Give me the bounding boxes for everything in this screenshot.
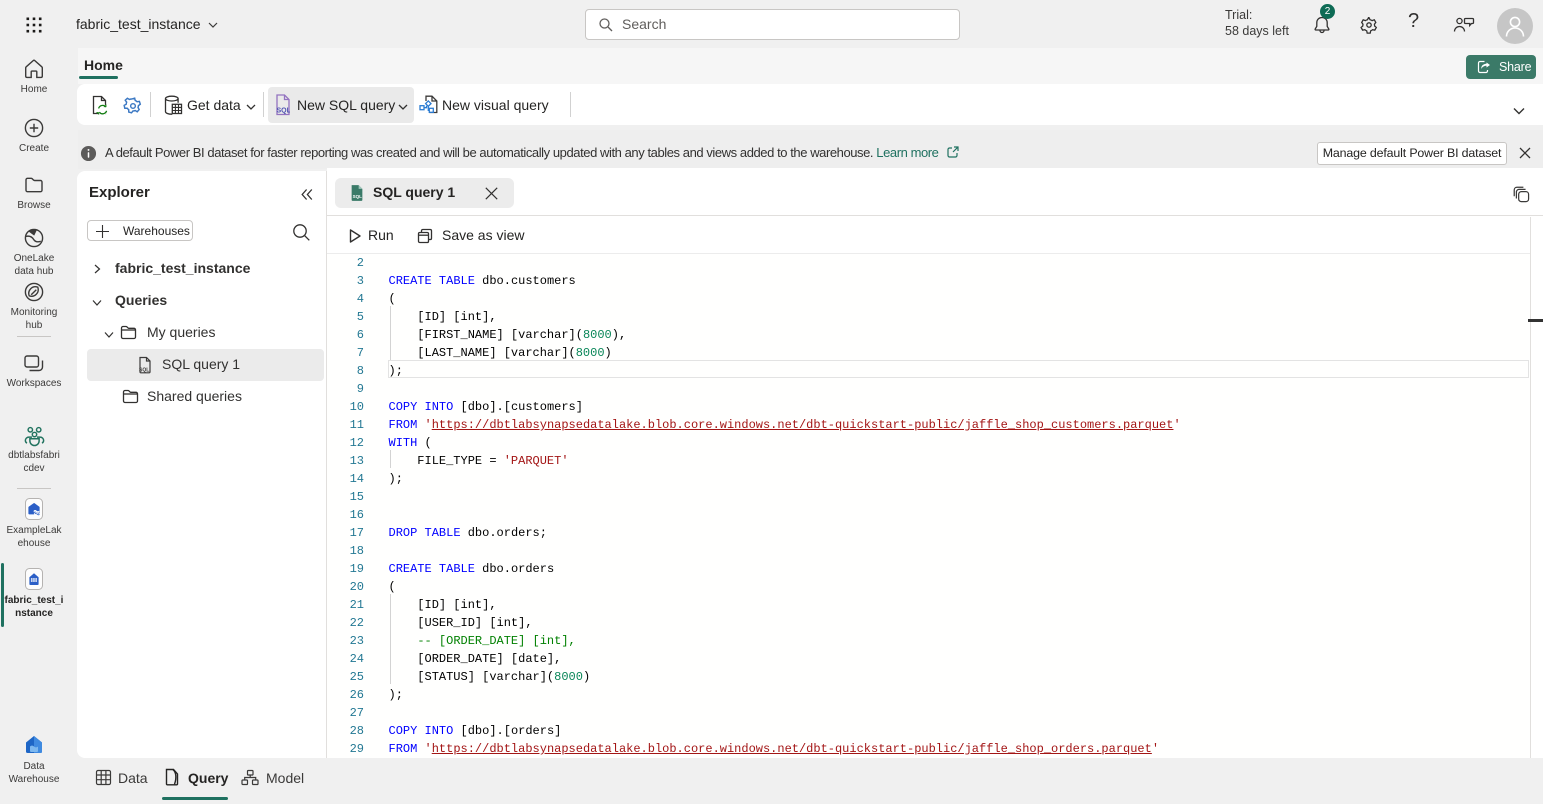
svg-text:SQL: SQL — [139, 368, 149, 374]
svg-text:SQL: SQL — [277, 108, 291, 115]
svg-text:SQL: SQL — [353, 194, 363, 199]
